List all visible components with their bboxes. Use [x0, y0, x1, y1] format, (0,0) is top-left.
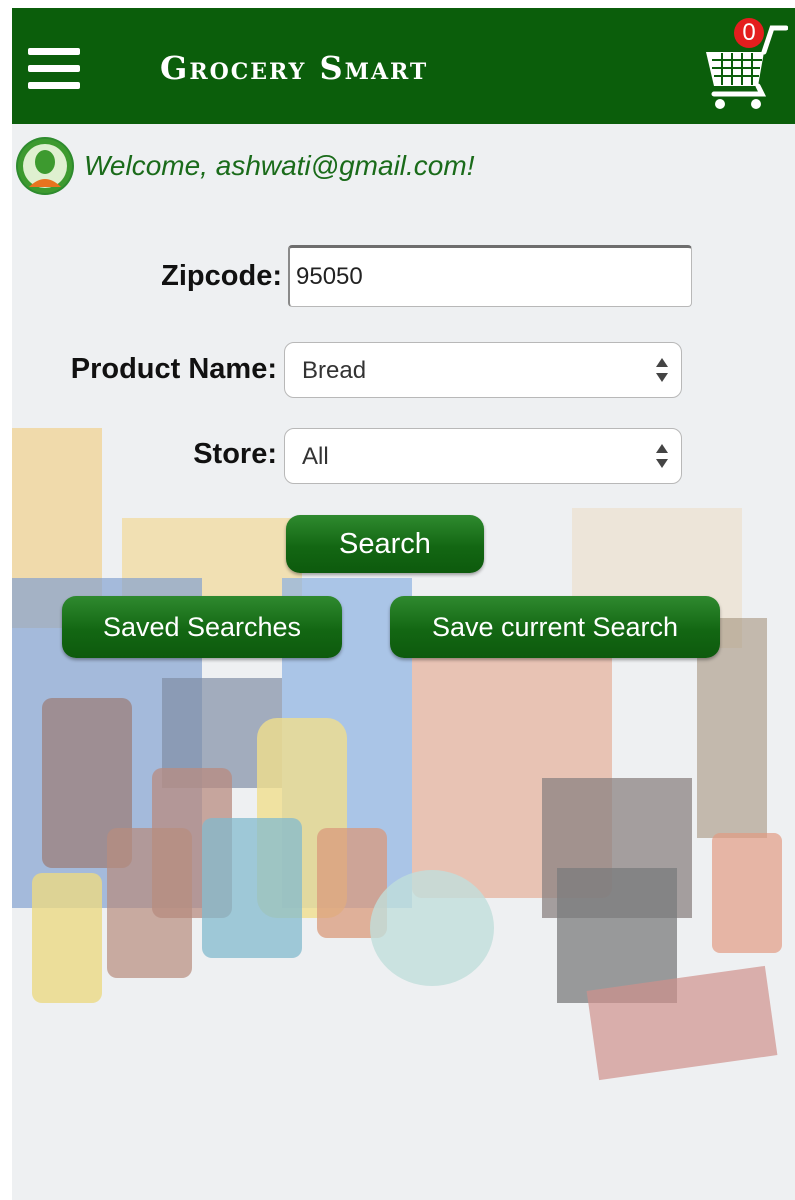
welcome-message: Welcome, ashwati@gmail.com!: [84, 150, 475, 181]
store-label: Store:: [193, 438, 277, 470]
app-title: Grocery Smart: [160, 49, 429, 87]
search-button[interactable]: Search: [286, 515, 484, 573]
saved-searches-button[interactable]: Saved Searches: [62, 596, 342, 658]
zipcode-label: Zipcode:: [161, 260, 282, 292]
store-select[interactable]: All: [284, 428, 682, 484]
app-screen: Grocery Smart 0 Welcome, ashwati@gmail.c…: [12, 8, 795, 1200]
grocery-products-background: [12, 428, 782, 1081]
select-updown-arrows-icon: [656, 358, 668, 382]
app-header: Grocery Smart 0: [12, 8, 795, 124]
zipcode-input[interactable]: [288, 245, 692, 307]
hamburger-menu-icon[interactable]: [28, 48, 82, 92]
save-current-search-button[interactable]: Save current Search: [390, 596, 720, 658]
shopping-cart-button[interactable]: 0: [702, 16, 788, 110]
product-name-label: Product Name:: [70, 353, 277, 385]
product-name-select[interactable]: Bread: [284, 342, 682, 398]
welcome-row: Welcome, ashwati@gmail.com!: [16, 136, 474, 196]
cart-count-badge: 0: [734, 18, 764, 48]
store-selected-value: All: [302, 443, 329, 470]
user-avatar-icon: [16, 137, 74, 195]
select-updown-arrows-icon: [656, 444, 668, 468]
product-name-selected-value: Bread: [302, 357, 367, 384]
